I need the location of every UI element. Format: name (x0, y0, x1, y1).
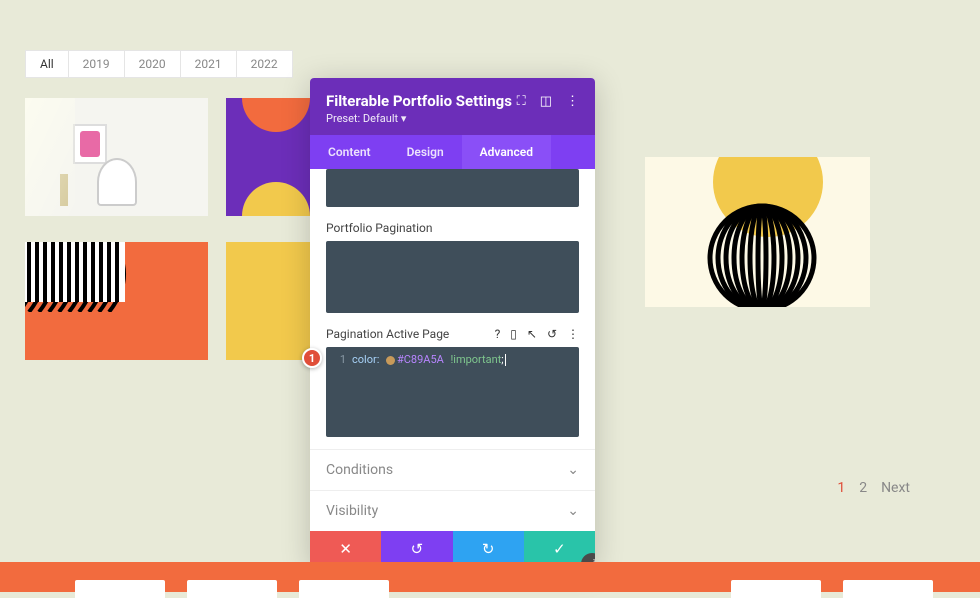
css-textarea-prev[interactable] (326, 169, 579, 207)
label-portfolio-pagination: Portfolio Pagination (326, 221, 432, 235)
accordion-label: Visibility (326, 503, 378, 519)
reset-icon[interactable]: ↺ (547, 327, 557, 341)
preset-selector[interactable]: Preset: Default ▾ (326, 112, 512, 125)
filter-2022[interactable]: 2022 (236, 50, 293, 78)
line-number: 1 (330, 353, 346, 366)
portfolio-item[interactable] (645, 157, 870, 307)
mobile-icon[interactable]: ▯ (510, 327, 517, 341)
panel-title: Filterable Portfolio Settings (326, 92, 512, 110)
filter-bar: All 2019 2020 2021 2022 (25, 50, 980, 78)
step-badge: 1 (302, 348, 322, 368)
code-property: color: (352, 353, 379, 366)
filter-2021[interactable]: 2021 (180, 50, 237, 78)
chevron-down-icon: ⌄ (567, 462, 579, 478)
filter-2019[interactable]: 2019 (68, 50, 125, 78)
filter-2020[interactable]: 2020 (124, 50, 181, 78)
pagination: 1 2 Next (837, 480, 910, 496)
panel-header[interactable]: Filterable Portfolio Settings Preset: De… (310, 78, 595, 135)
label-pagination-active: Pagination Active Page (326, 327, 449, 341)
settings-panel: Filterable Portfolio Settings Preset: De… (310, 78, 595, 567)
accordion-visibility[interactable]: Visibility ⌄ (310, 490, 595, 531)
focus-icon[interactable]: ⛶ (517, 94, 526, 109)
css-textarea-active-page[interactable]: 1 color: #C89A5A !important; (326, 347, 579, 437)
page-2[interactable]: 2 (859, 480, 867, 496)
columns-icon[interactable]: ◫ (540, 94, 552, 109)
page-next[interactable]: Next (881, 480, 910, 496)
page-1[interactable]: 1 (837, 480, 845, 496)
tab-advanced[interactable]: Advanced (462, 135, 551, 169)
portfolio-item[interactable] (25, 242, 208, 360)
panel-tabs: Content Design Advanced (310, 135, 595, 169)
filter-all[interactable]: All (25, 50, 69, 78)
color-swatch-icon (386, 356, 395, 365)
code-value: #C89A5A (397, 353, 444, 366)
css-textarea-pagination[interactable] (326, 241, 579, 313)
tab-content[interactable]: Content (310, 135, 389, 169)
tab-design[interactable]: Design (389, 135, 462, 169)
footer-strips (75, 580, 933, 598)
code-important: !important (450, 353, 501, 366)
kebab-icon[interactable]: ⋮ (567, 327, 579, 341)
code-semicolon: ; (501, 353, 503, 366)
kebab-icon[interactable]: ⋮ (566, 94, 579, 109)
portfolio-item[interactable] (25, 98, 208, 216)
text-cursor (505, 354, 506, 366)
accordion-label: Conditions (326, 462, 393, 478)
help-icon[interactable]: ? (495, 327, 501, 341)
cursor-icon[interactable]: ↖ (527, 327, 537, 341)
chevron-down-icon: ⌄ (567, 503, 579, 519)
accordion-conditions[interactable]: Conditions ⌄ (310, 449, 595, 490)
